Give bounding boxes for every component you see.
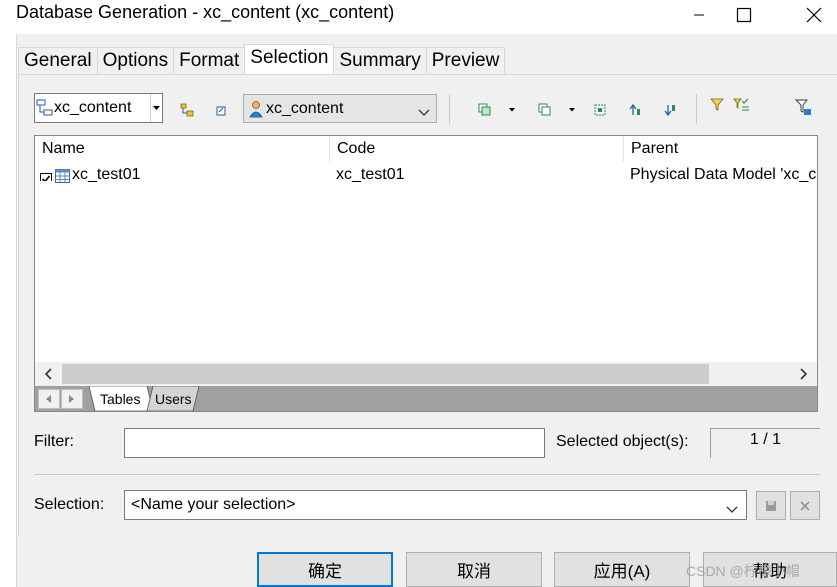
cancel-button[interactable]: 取消 [406, 552, 542, 587]
user-icon [249, 100, 263, 117]
window-title: Database Generation - xc_content (xc_con… [16, 2, 395, 22]
ok-button[interactable]: 确定 [257, 552, 393, 587]
chevron-left-icon [44, 368, 52, 380]
scrollbar-thumb[interactable] [62, 364, 709, 384]
dropdown-arrow-icon [569, 108, 575, 112]
sheet-prev-button[interactable] [38, 389, 60, 409]
move-up-button[interactable] [627, 102, 643, 118]
caret-right-icon [69, 395, 74, 403]
chevron-right-icon [800, 368, 808, 380]
toolbar-separator [449, 94, 450, 124]
tab-strip: General Options Format Selection Summary… [18, 44, 506, 74]
owner-combo[interactable]: xc_content [243, 94, 437, 123]
filter-clear-icon [795, 99, 811, 115]
filter-settings-button[interactable] [733, 97, 749, 113]
row-checkbox[interactable] [40, 169, 52, 181]
table-icon [55, 167, 71, 183]
minimize-button[interactable] [676, 0, 722, 30]
tab-options[interactable]: Options [96, 47, 175, 74]
row-code: xc_test01 [336, 166, 405, 183]
scroll-left-button[interactable] [36, 362, 60, 386]
close-icon [800, 501, 810, 510]
table-row[interactable]: xc_test01 xc_test01 Physical Data Model … [35, 163, 817, 187]
close-button[interactable] [791, 0, 837, 30]
row-name: xc_test01 [72, 166, 141, 183]
tab-preview[interactable]: Preview [425, 47, 506, 74]
object-list: Name Code Parent xc_test01 xc_test01 Phy… [34, 135, 818, 412]
selection-box-icon [594, 104, 606, 116]
owner-combo-dropdown[interactable] [418, 104, 430, 122]
selection-combo[interactable]: <Name your selection> [124, 490, 747, 520]
model-combo[interactable]: xc_content [34, 93, 163, 123]
select-range-button[interactable] [592, 102, 608, 118]
save-icon [766, 500, 776, 511]
close-icon [806, 7, 822, 23]
arrow-down-icon [664, 105, 675, 117]
tab-general[interactable]: General [18, 47, 98, 74]
filter-list-icon [733, 98, 749, 111]
move-down-button[interactable] [662, 102, 678, 118]
title-bar: Database Generation - xc_content (xc_con… [0, 0, 837, 34]
column-header-code[interactable]: Code [330, 136, 624, 162]
deselect-all-dropdown[interactable] [568, 102, 576, 118]
tab-format[interactable]: Format [173, 47, 246, 74]
maximize-button[interactable] [721, 0, 767, 30]
model-combo-dropdown[interactable] [150, 94, 162, 122]
dropdown-arrow-icon [509, 108, 515, 112]
deselect-all-icon [538, 103, 551, 116]
sheet-next-button[interactable] [61, 389, 83, 409]
select-package-button[interactable] [179, 102, 195, 118]
horizontal-scrollbar[interactable] [35, 362, 817, 386]
tab-summary[interactable]: Summary [333, 47, 427, 74]
selection-combo-value: <Name your selection> [131, 496, 296, 513]
dropdown-arrow-icon [153, 105, 160, 110]
filter-button[interactable] [710, 97, 726, 113]
filter-label: Filter: [34, 433, 74, 450]
toolbar-separator [696, 94, 697, 124]
select-all-dropdown[interactable] [508, 102, 516, 118]
apply-button[interactable]: 应用(A) [554, 552, 690, 587]
selection-label: Selection: [34, 496, 105, 513]
select-all-icon [478, 103, 491, 116]
checkbox-checked-icon [40, 173, 52, 181]
sheet-tab-users[interactable]: Users [147, 386, 200, 411]
clear-filter-button[interactable] [795, 99, 811, 116]
row-parent: Physical Data Model 'xc_co [630, 166, 817, 183]
chevron-down-icon [418, 109, 430, 116]
owner-combo-value: xc_content [266, 99, 344, 117]
caret-left-icon [46, 395, 51, 403]
selected-objects-count: 1 / 1 [710, 428, 820, 458]
package-tree-icon [180, 103, 194, 117]
arrow-up-icon [629, 103, 640, 115]
model-combo-value: xc_content [54, 99, 132, 116]
column-header-parent[interactable]: Parent [624, 136, 817, 162]
filter-icon [710, 98, 724, 111]
watermark: CSDN @柠檬小帽 [686, 563, 800, 579]
filter-input[interactable] [124, 428, 545, 458]
include-subpackages-button[interactable] [213, 102, 229, 118]
delete-selection-button[interactable] [790, 491, 820, 520]
chevron-down-icon [726, 506, 738, 513]
maximize-icon [736, 7, 752, 23]
column-header-name[interactable]: Name [35, 136, 330, 162]
divider [34, 474, 820, 475]
save-selection-button[interactable] [756, 491, 786, 520]
minimize-icon [694, 14, 704, 16]
deselect-all-button[interactable] [537, 102, 553, 118]
model-icon [36, 99, 53, 116]
subpackage-icon [216, 106, 226, 116]
tab-selection[interactable]: Selection [244, 44, 335, 74]
sheet-tab-bar: Tables Users [35, 386, 817, 411]
selected-objects-label: Selected object(s): [556, 433, 689, 450]
select-all-button[interactable] [477, 102, 493, 118]
scroll-right-button[interactable] [792, 362, 816, 386]
selection-dropdown[interactable] [726, 501, 738, 519]
sheet-tab-tables[interactable]: Tables [92, 386, 148, 411]
